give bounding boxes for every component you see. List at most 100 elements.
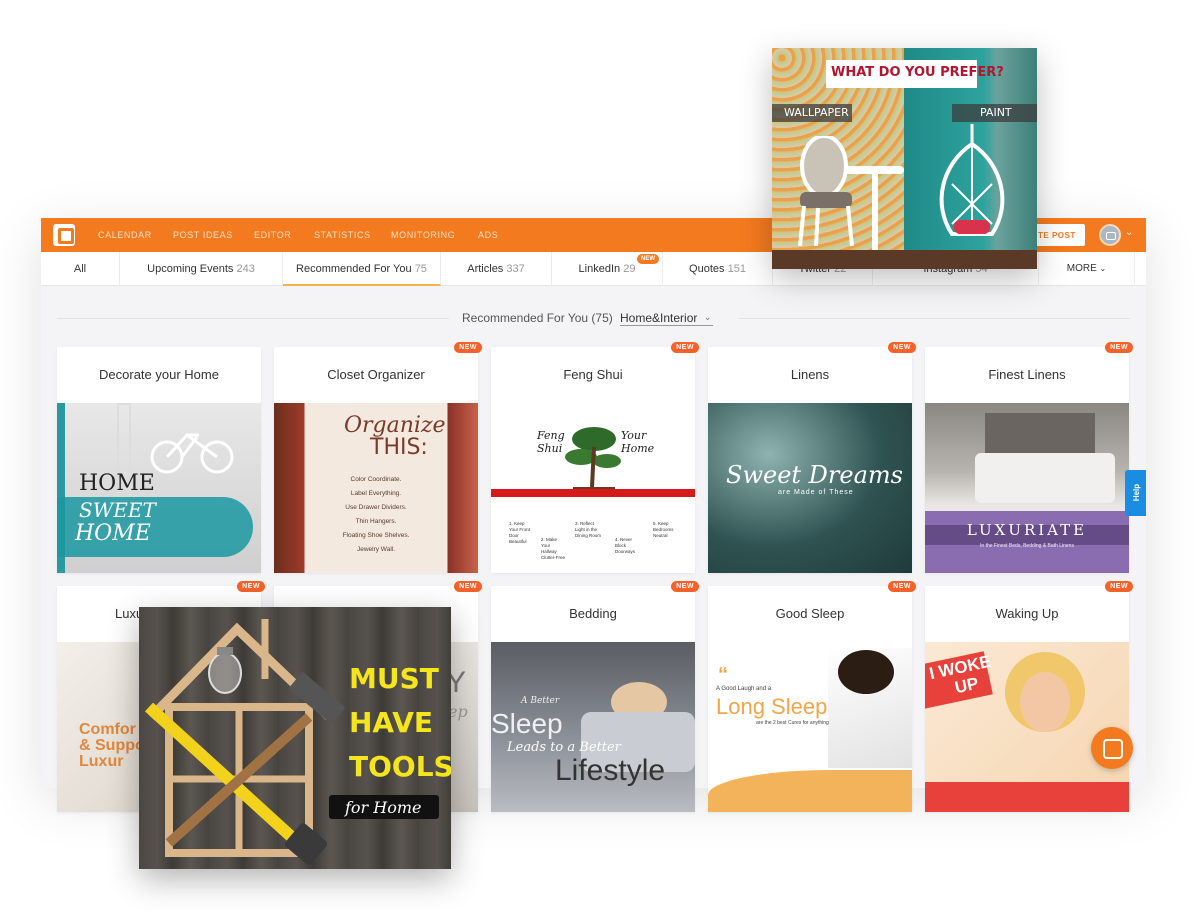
image-text: Sleep [491, 708, 563, 739]
card-image: Feng Shui Your Home 1. Keep Your Front D… [491, 403, 695, 573]
option-label: WALLPAPER [784, 106, 849, 119]
tab-label: MORE [1066, 263, 1097, 274]
image-text: 5. Keep Bedrooms Neutral [653, 521, 674, 538]
floating-post-preview: WHAT DO YOU PREFER? WALLPAPER PAINT [772, 48, 1037, 269]
new-badge: NEW [237, 581, 265, 592]
tab-label: All [73, 263, 87, 275]
card-image: A Better Sleep Leads to a Better Lifesty… [491, 642, 695, 812]
card-image: Sweet Dreams are Made of These [708, 403, 912, 573]
card-image: LUXURIATE In the Finest Beds, Bedding & … [925, 403, 1129, 573]
image-text: Thin Hangers. [355, 518, 397, 525]
image-text: are the 2 best Cures for anything [756, 720, 829, 726]
post-card[interactable]: Finest Linens NEW LUXURIATE In the Fines… [925, 342, 1133, 573]
image-text: & Suppo [79, 737, 145, 754]
card-title: Decorate your Home [99, 367, 219, 382]
post-card[interactable]: Linens NEW Sweet Dreams are Made of Thes… [708, 342, 916, 573]
post-card[interactable]: Feng Shui NEW Feng Shui Your Home 1. Kee… [491, 342, 699, 573]
card-image: HOME SWEET HOME [57, 403, 261, 573]
chat-icon[interactable] [1091, 727, 1133, 769]
hanging-chair-icon [939, 124, 1005, 236]
tab-count: 243 [236, 263, 255, 275]
image-text: Color Coordinate. [350, 476, 402, 483]
post-card[interactable]: Decorate your Home HOME SWEET HOME [57, 347, 261, 573]
option-label: PAINT [980, 106, 1012, 119]
new-badge: NEW [888, 581, 916, 592]
image-text: HOME [79, 471, 155, 496]
nav-post-ideas[interactable]: POST IDEAS [173, 230, 233, 240]
image-text: Luxur [79, 753, 124, 770]
tab-count: 151 [727, 263, 746, 275]
canvas: CALENDAR POST IDEAS EDITOR STATISTICS MO… [0, 0, 1194, 913]
tab-quotes[interactable]: Quotes 151 [663, 252, 773, 286]
image-text: 3. Reflect Light in the Dining Room [575, 521, 602, 538]
headline-line: HAVE [349, 706, 433, 739]
question-text: WHAT DO YOU PREFER? [831, 65, 1004, 80]
image-text: Lifestyle [555, 754, 666, 787]
image-text: LUXURIATE [966, 521, 1088, 539]
tab-more[interactable]: MORE ⌄ [1039, 252, 1135, 286]
image-text: Floating Shoe Shelves. [342, 532, 410, 539]
tab-count: 75 [414, 263, 427, 275]
image-text: In the Finest Beds, Bedding & Bath Linen… [980, 543, 1074, 549]
image-text: Sweet Dreams [726, 461, 903, 489]
card-image: I WOKE UP [925, 642, 1129, 812]
image-text: 1. Keep Your Front Door Beautiful [509, 521, 530, 544]
tab-all[interactable]: All [41, 252, 120, 286]
chevron-down-icon: ⌄ [1099, 264, 1107, 273]
tab-label: Recommended For You [296, 263, 412, 275]
card-title: Bedding [569, 606, 617, 621]
chair-icon [798, 136, 854, 246]
category-select[interactable]: Home&Interior ⌄ [620, 311, 714, 326]
chevron-down-icon[interactable]: ⌄ [1125, 227, 1133, 238]
floating-post-preview: MUST HAVE TOOLS for Home [139, 607, 451, 869]
nav-statistics[interactable]: STATISTICS [314, 230, 371, 240]
image-text: Leads to a Better [507, 740, 621, 755]
new-badge: NEW [637, 254, 659, 264]
tab-count: 337 [506, 263, 525, 275]
tab-upcoming-events[interactable]: Upcoming Events 243 [120, 252, 283, 286]
new-badge: NEW [1105, 342, 1133, 353]
nav-editor[interactable]: EDITOR [254, 230, 291, 240]
category-select-value: Home&Interior [620, 311, 698, 325]
help-label: Help [1132, 483, 1142, 502]
image-text: SWEET [79, 498, 156, 522]
tab-linkedin[interactable]: LinkedIn 29 NEW [552, 252, 663, 286]
tab-label: Articles [467, 263, 504, 275]
image-text: 2. Make Your Hallway Clutter-Free [541, 537, 566, 560]
new-badge: NEW [671, 342, 699, 353]
image-text: Jewelry Wall. [356, 546, 396, 553]
post-card[interactable]: Bedding NEW A Better Sleep Leads to a Be… [491, 581, 699, 812]
tab-label: LinkedIn [578, 263, 621, 275]
post-card[interactable]: Waking Up NEW I WOKE UP [925, 581, 1133, 812]
card-title: Linens [790, 367, 830, 382]
image-text: are Made of These [778, 489, 854, 496]
tab-recommended[interactable]: Recommended For You 75 [283, 252, 441, 286]
image-text: Long Sleep [716, 694, 828, 719]
filter-label: Recommended For You (75) [462, 311, 613, 325]
bicycle-icon [150, 432, 234, 474]
bonsai-icon [565, 427, 621, 495]
house-frame-icon [144, 619, 346, 865]
nav-monitoring[interactable]: MONITORING [391, 230, 455, 240]
divider [739, 318, 1130, 319]
post-card[interactable]: Closet Organizer NEW Organize THIS: Colo… [274, 342, 482, 573]
image-text: Comfor [79, 721, 136, 738]
divider [57, 318, 449, 319]
image-text: 4. Never Block Doorways [615, 537, 636, 554]
help-button[interactable]: Help [1125, 470, 1146, 516]
nav-calendar[interactable]: CALENDAR [98, 230, 152, 240]
post-card[interactable]: Good Sleep NEW “ A Good Laugh and a Long… [708, 581, 916, 812]
chevron-down-icon: ⌄ [703, 312, 712, 322]
subtitle: for Home [345, 798, 422, 817]
new-badge: NEW [454, 581, 482, 592]
nav-ads[interactable]: ADS [478, 230, 498, 240]
tab-articles[interactable]: Articles 337 [441, 252, 552, 286]
card-title: Waking Up [995, 606, 1059, 621]
tab-label: Upcoming Events [147, 263, 234, 275]
app-logo-icon[interactable] [53, 224, 75, 246]
image-text: A Good Laugh and a [716, 686, 772, 692]
card-image: “ A Good Laugh and a Long Sleep are the … [708, 642, 912, 812]
headline-line: MUST [349, 662, 439, 695]
avatar[interactable] [1099, 224, 1121, 246]
card-title: Good Sleep [775, 606, 845, 621]
